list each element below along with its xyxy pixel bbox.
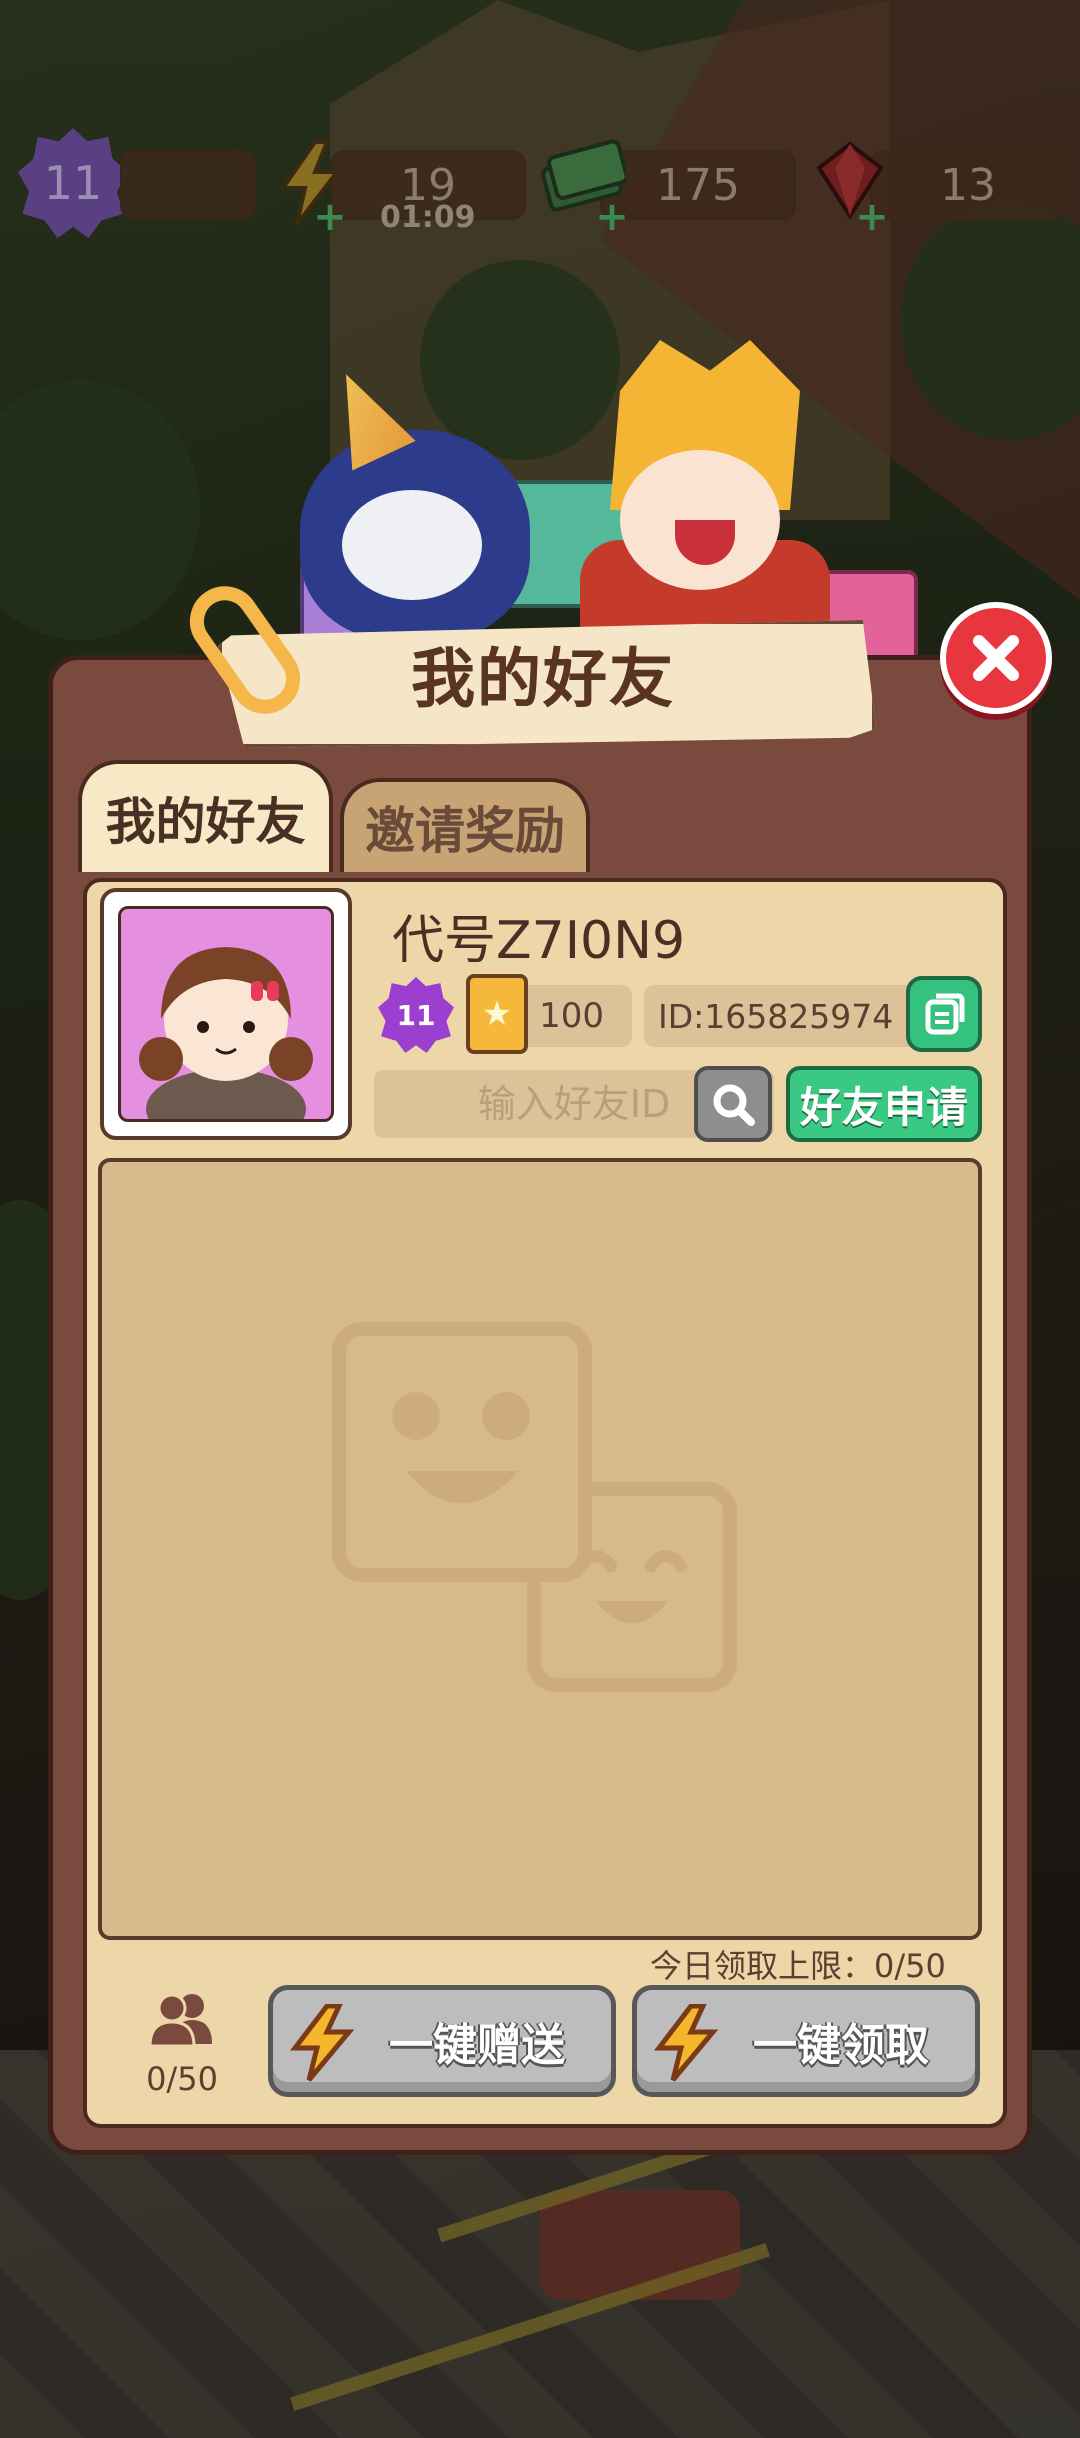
lightning-icon bbox=[289, 2004, 355, 2082]
friend-request-label: 好友申请 bbox=[799, 1082, 968, 1132]
copy-id-button[interactable] bbox=[906, 976, 982, 1052]
search-icon bbox=[713, 1084, 755, 1126]
tab-label: 我的好友 bbox=[105, 793, 306, 851]
friends-icon bbox=[148, 1993, 212, 2046]
friend-list[interactable] bbox=[98, 1158, 982, 1940]
cash-value: 175 bbox=[656, 159, 740, 211]
player-name: 代号Z7I0N9 bbox=[392, 911, 686, 971]
empty-state-icon bbox=[332, 1322, 592, 1582]
star-card-value: 100 bbox=[539, 996, 604, 1036]
claim-all-label: 一键领取 bbox=[753, 2020, 929, 2071]
cat-character bbox=[300, 430, 530, 640]
profile-level-value: 11 bbox=[396, 998, 436, 1032]
send-all-button[interactable]: 一键赠送 bbox=[268, 1985, 616, 2097]
energy-timer: 01:09 bbox=[380, 200, 476, 235]
add-cash-icon[interactable]: + bbox=[595, 197, 629, 237]
add-gem-icon[interactable]: + bbox=[855, 197, 889, 237]
tab-label: 邀请奖励 bbox=[365, 802, 565, 860]
friend-request-button[interactable]: 好友申请 bbox=[786, 1066, 982, 1142]
hud-level-value: 11 bbox=[43, 156, 103, 210]
search-button[interactable] bbox=[694, 1066, 772, 1142]
claim-all-button[interactable]: 一键领取 bbox=[632, 1985, 980, 2097]
boy-character bbox=[580, 340, 830, 640]
friend-count: 0/50 bbox=[146, 2060, 218, 2098]
player-id: ID:165825974 bbox=[644, 985, 922, 1047]
tab-my-friends[interactable]: 我的好友 bbox=[78, 760, 333, 872]
add-energy-icon[interactable]: + bbox=[313, 197, 347, 237]
close-button[interactable] bbox=[940, 602, 1052, 714]
gem-counter[interactable]: 13 bbox=[870, 150, 1066, 220]
xp-bar bbox=[120, 150, 256, 220]
player-id-text: ID:165825974 bbox=[658, 996, 894, 1036]
send-all-label: 一键赠送 bbox=[389, 2020, 565, 2071]
tab-invite-rewards[interactable]: 邀请奖励 bbox=[340, 778, 590, 872]
cash-counter[interactable]: 175 bbox=[600, 150, 796, 220]
avatar-image bbox=[118, 906, 334, 1122]
daily-claim-limit: 今日领取上限：0/50 bbox=[650, 1947, 946, 1985]
close-icon bbox=[973, 635, 1019, 681]
cat-face bbox=[342, 490, 482, 600]
girl-portrait bbox=[139, 947, 313, 1119]
player-avatar[interactable] bbox=[100, 888, 352, 1140]
star-card-icon: ★ bbox=[466, 974, 528, 1054]
lightning-icon bbox=[653, 2004, 719, 2082]
gem-value: 13 bbox=[940, 159, 996, 211]
copy-icon bbox=[925, 993, 965, 1035]
smile-face-icon bbox=[392, 1392, 530, 1504]
background-tree bbox=[0, 380, 200, 640]
dialog-title: 我的好友 bbox=[411, 643, 675, 717]
